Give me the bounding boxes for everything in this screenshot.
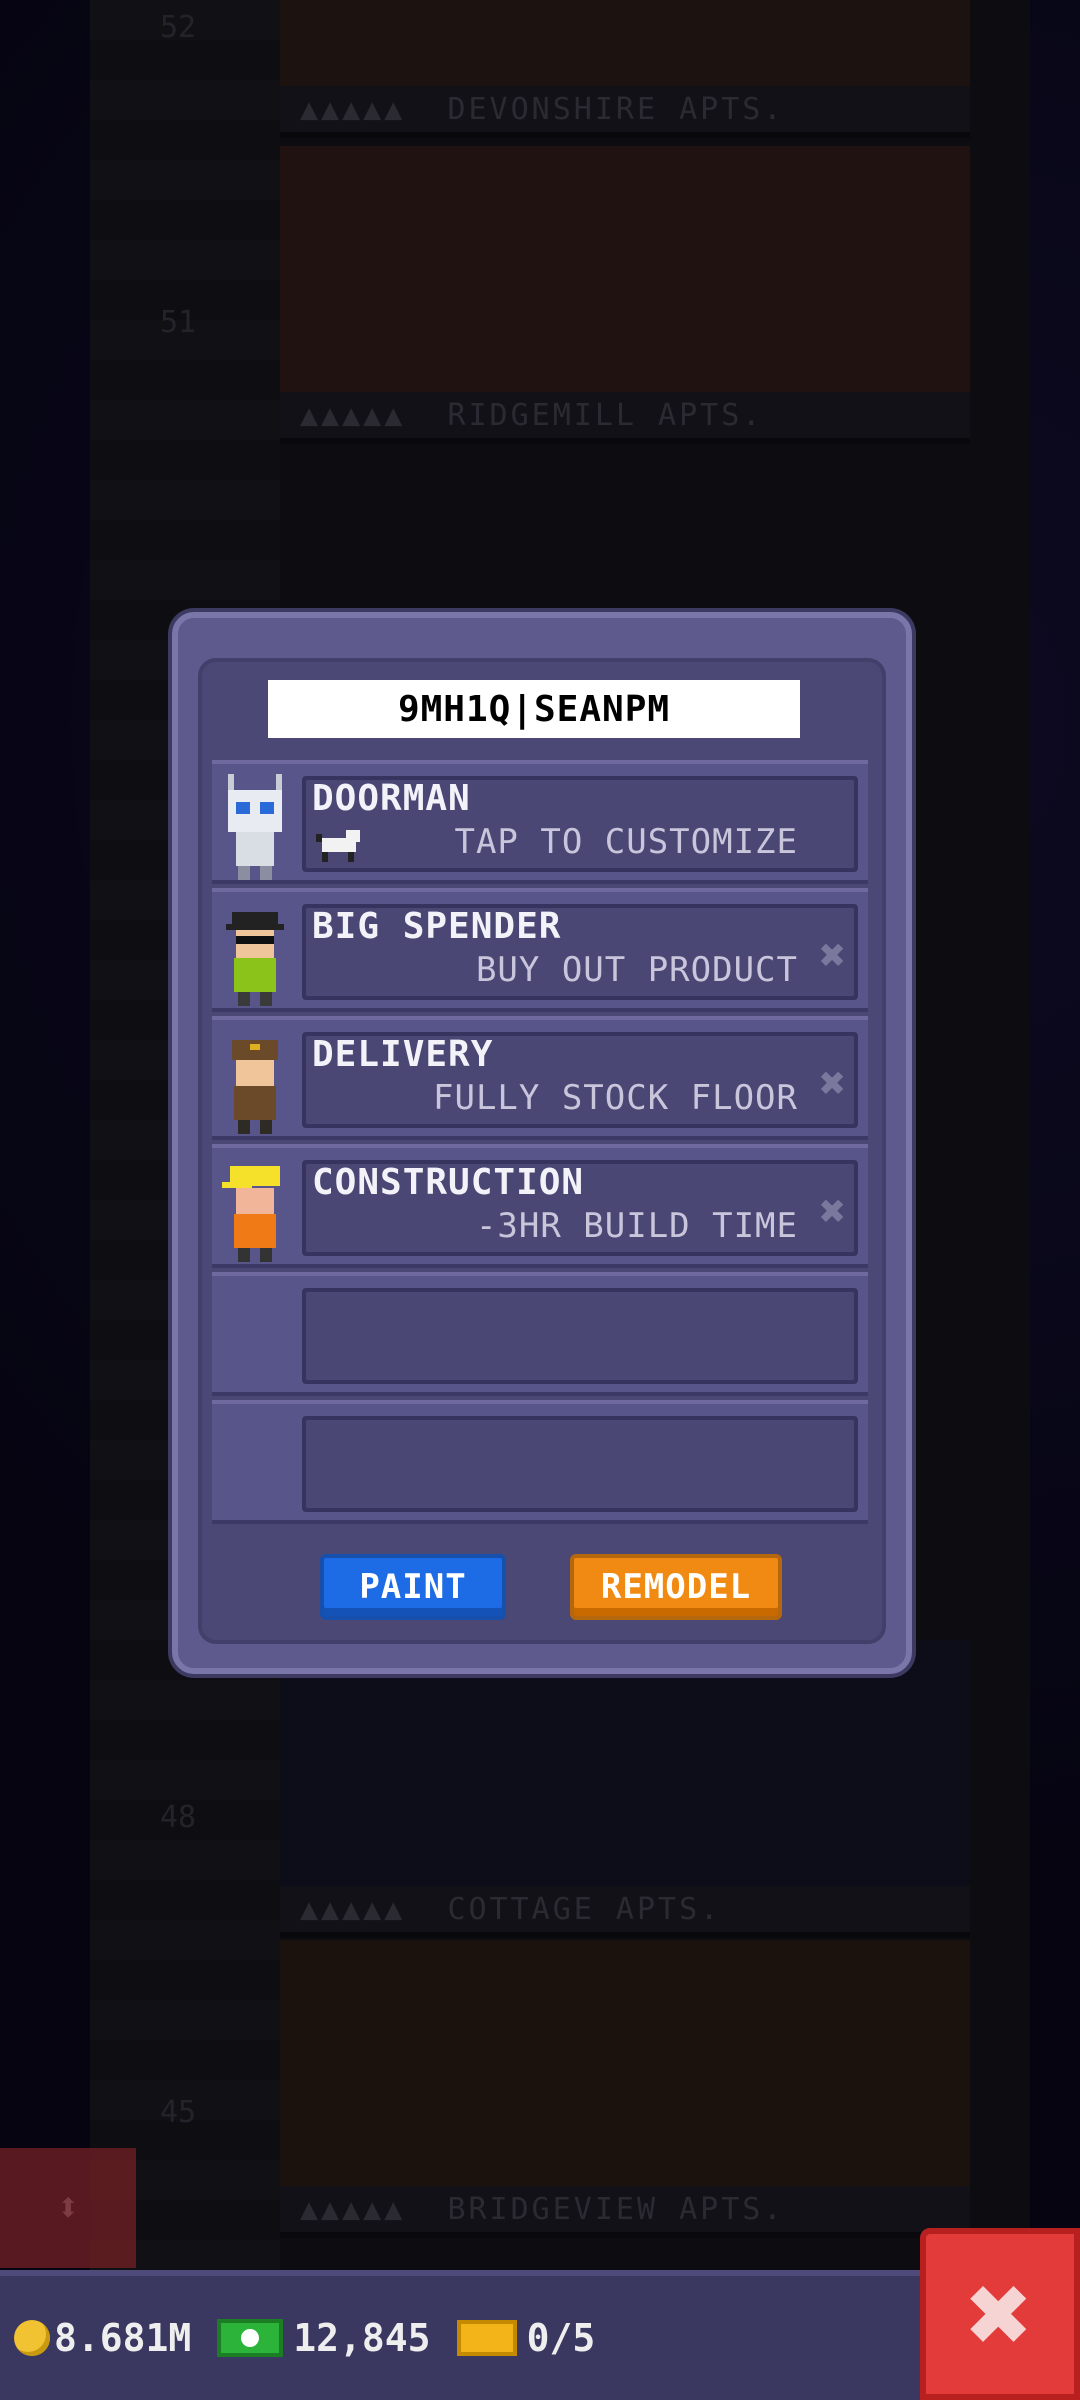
- slot-empty[interactable]: [212, 1400, 868, 1524]
- remove-icon[interactable]: ✖: [820, 1186, 847, 1237]
- robot-doorman-icon: [216, 770, 294, 880]
- slot-doorman[interactable]: DOORMAN TAP TO CUSTOMIZE: [212, 760, 868, 884]
- slot-description: -3HR BUILD TIME: [475, 1206, 798, 1246]
- tower-name-input[interactable]: 9MH1Q|SEANPM: [268, 680, 800, 738]
- coin-icon: [14, 2320, 50, 2356]
- slot-title: CONSTRUCTION: [312, 1162, 585, 1203]
- slot-title: BIG SPENDER: [312, 906, 562, 947]
- slot-construction[interactable]: CONSTRUCTION -3HR BUILD TIME ✖: [212, 1144, 868, 1268]
- paint-button[interactable]: PAINT: [320, 1554, 506, 1620]
- slot-big-spender[interactable]: BIG SPENDER BUY OUT PRODUCT ✖: [212, 888, 868, 1012]
- construction-worker-icon: [216, 1154, 294, 1264]
- slot-description: FULLY STOCK FLOOR: [433, 1078, 798, 1118]
- bux-stat[interactable]: 12,845: [217, 2316, 431, 2360]
- coins-stat: 8.681M: [14, 2316, 191, 2360]
- slot-description: BUY OUT PRODUCT: [475, 950, 798, 990]
- coins-value: 8.681M: [54, 2316, 192, 2360]
- slot-delivery[interactable]: DELIVERY FULLY STOCK FLOOR ✖: [212, 1016, 868, 1140]
- slot-empty[interactable]: [212, 1272, 868, 1396]
- slot-title: DOORMAN: [312, 778, 471, 819]
- remodel-button[interactable]: REMODEL: [570, 1554, 782, 1620]
- close-button[interactable]: ✖: [920, 2228, 1080, 2400]
- ticket-icon: [456, 2320, 517, 2356]
- delivery-worker-icon: [216, 1026, 294, 1136]
- slot-description: TAP TO CUSTOMIZE: [454, 822, 798, 862]
- currency-bar: 8.681M 12,845 0/5: [0, 2270, 920, 2400]
- cat-icon: [316, 824, 368, 864]
- remove-icon[interactable]: ✖: [820, 1058, 847, 1109]
- tickets-stat[interactable]: 0/5: [456, 2316, 596, 2360]
- elevator-button[interactable]: ⬍: [0, 2148, 136, 2268]
- big-spender-icon: [216, 898, 294, 1008]
- slot-title: DELIVERY: [312, 1034, 494, 1075]
- tickets-value: 0/5: [526, 2316, 596, 2360]
- remove-icon[interactable]: ✖: [820, 930, 847, 981]
- bux-value: 12,845: [293, 2316, 431, 2360]
- floor-options-dialog: 9MH1Q|SEANPM DOORMAN TAP TO CUSTOMIZE BI…: [172, 612, 912, 1674]
- bux-icon: [217, 2319, 284, 2357]
